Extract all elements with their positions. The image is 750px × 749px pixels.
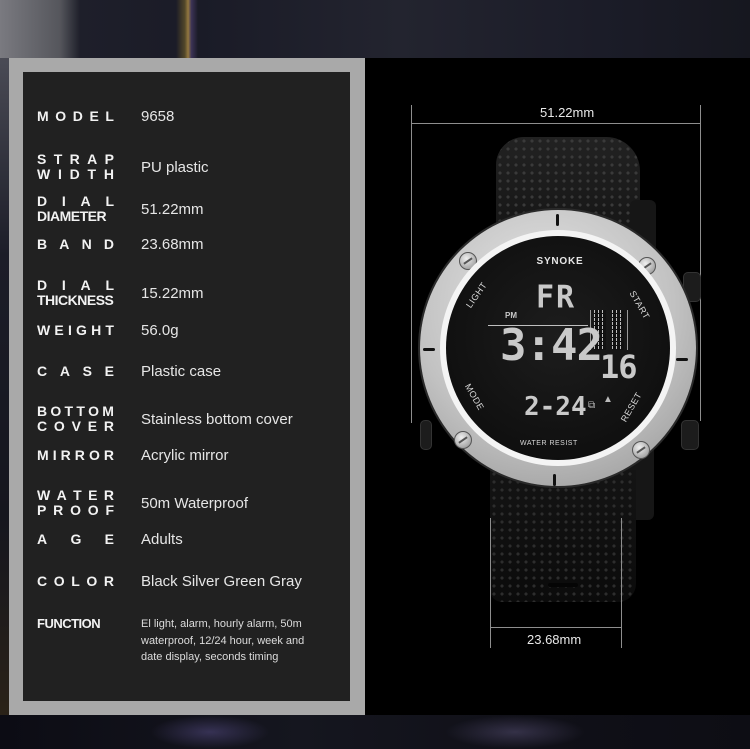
- spec-label: MIRROR: [37, 448, 114, 463]
- spec-row: D I A L DIAMETER 51.22mm: [37, 194, 357, 224]
- spec-value: Black Silver Green Gray: [141, 573, 302, 590]
- spec-label: COLOR: [37, 574, 114, 589]
- decorative-glow: [150, 715, 270, 749]
- spec-label-line: AGE: [37, 531, 114, 547]
- lcd-seconds: 16: [600, 348, 638, 386]
- spec-label: CASE: [37, 364, 114, 379]
- spec-row: S T R A P W I D T H PU plastic: [37, 152, 357, 182]
- bezel-tick-bottom: [553, 474, 556, 486]
- spec-label: WATERPROOF: [37, 488, 114, 518]
- band-width-line-right: [621, 518, 622, 648]
- spec-label: WEIGHT: [37, 323, 114, 338]
- spec-row: M I R R O R Acrylic mirror: [37, 447, 357, 464]
- lcd-date: 2-24: [524, 392, 587, 422]
- spec-label: D I A L THICKNESS: [37, 278, 114, 308]
- background-photo-top: [0, 0, 750, 58]
- spec-value: Plastic case: [141, 363, 222, 380]
- spec-row: M O D E L 9658: [37, 108, 357, 125]
- lcd-day: FR: [536, 279, 577, 316]
- band-width-line-horizontal: [490, 627, 622, 628]
- spec-label: D I A L DIAMETER: [37, 194, 114, 224]
- spec-value: 15.22mm: [141, 284, 204, 302]
- band-width-label: 23.68mm: [527, 632, 582, 647]
- dial-width-label: 51.22mm: [540, 105, 595, 120]
- spec-label: STRAPWIDTH: [37, 152, 114, 182]
- spec-row: FUNCTION El light, alarm, hourly alarm, 5…: [37, 616, 357, 666]
- bezel-tick-left: [423, 348, 435, 351]
- strap-slot: [548, 583, 578, 587]
- side-button-bottom: [681, 420, 699, 450]
- spec-row: C A S E Plastic case: [37, 363, 357, 380]
- band-width-line-left: [490, 518, 491, 648]
- spec-label-line: CASE: [37, 363, 114, 379]
- spec-row: C O L O R Black Silver Green Gray: [37, 573, 357, 590]
- spec-label: BAND: [37, 237, 114, 252]
- spec-label: MODEL: [37, 109, 114, 124]
- water-resist-label: WATER RESIST: [520, 440, 578, 447]
- spec-value: 50m Waterproof: [141, 494, 248, 512]
- spec-label-line: DIAMETER: [37, 208, 107, 224]
- decorative-glow: [445, 715, 585, 749]
- dial-width-line-horizontal: [411, 123, 701, 124]
- background-photo-bottom: [0, 715, 750, 749]
- spec-value: PU plastic: [141, 158, 209, 176]
- spec-label-line: DIAL: [37, 277, 114, 293]
- lcd-time: 3:42: [500, 320, 603, 371]
- spec-row: W E I G H T 56.0g: [37, 322, 357, 339]
- spec-label-line: PROOF: [37, 502, 114, 518]
- spec-label-line: STRAP: [37, 151, 114, 167]
- spec-label-line: MODEL: [37, 108, 114, 124]
- spec-value: El light, alarm, hourly alarm, 50m water…: [141, 618, 305, 663]
- bezel-tick-top: [556, 214, 559, 226]
- spec-label-line: WATER: [37, 487, 114, 503]
- spec-panel-inner: M O D E L 9658 S T R A P W I D T H PU plastic D I A L DIAMETE…: [23, 72, 350, 701]
- bezel-screw-icon: [632, 441, 650, 459]
- spec-label: BOTTOMCOVER: [37, 404, 114, 434]
- spec-row: B A N D 23.68mm: [37, 236, 357, 253]
- spec-value: Acrylic mirror: [141, 447, 229, 464]
- spec-label-line: COLOR: [37, 573, 114, 589]
- spec-value: 56.0g: [141, 322, 179, 339]
- alarm-bell-icon: ▲: [603, 394, 613, 405]
- dial-width-line-left: [411, 105, 412, 423]
- watch-brand: SYNOKE: [536, 256, 584, 267]
- spec-row: A G E Adults: [37, 531, 357, 548]
- decorative-streak: [176, 0, 198, 58]
- spec-label-line: MIRROR: [37, 447, 114, 463]
- spec-label: FUNCTION: [37, 616, 114, 631]
- bezel-tick-right: [676, 358, 688, 361]
- side-button-left: [420, 420, 432, 450]
- spec-value: 9658: [141, 108, 175, 125]
- spec-label-line: WIDTH: [37, 166, 114, 182]
- spec-label: AGE: [37, 532, 114, 547]
- spec-value: Adults: [141, 531, 183, 548]
- spec-row: B O T T O M C O V E R Stainless bottom cover: [37, 404, 357, 434]
- spec-label-line: BAND: [37, 236, 114, 252]
- dial-width-line-right: [700, 105, 701, 421]
- spec-value: 23.68mm: [141, 236, 204, 253]
- spec-panel: M O D E L 9658 S T R A P W I D T H PU plastic D I A L DIAMETE…: [9, 58, 365, 715]
- spec-row: W A T E R P R O O F 50m Waterproof: [37, 488, 357, 518]
- spec-label-line: DIAL: [37, 193, 114, 209]
- spec-label-line: FUNCTION: [37, 616, 101, 631]
- spec-label-line: COVER: [37, 418, 114, 434]
- spec-value: Stainless bottom cover: [141, 410, 293, 428]
- spec-row: D I A L THICKNESS 15.22mm: [37, 278, 357, 308]
- bezel-screw-icon: [454, 431, 472, 449]
- signal-icon: ⧉: [588, 400, 596, 411]
- lcd-meridiem: PM: [505, 311, 517, 320]
- background-photo-left: [0, 58, 9, 715]
- spec-label-line: THICKNESS: [37, 292, 114, 308]
- spec-label-line: WEIGHT: [37, 322, 114, 338]
- spec-value: 51.22mm: [141, 200, 204, 218]
- spec-label-line: BOTTOM: [37, 403, 114, 419]
